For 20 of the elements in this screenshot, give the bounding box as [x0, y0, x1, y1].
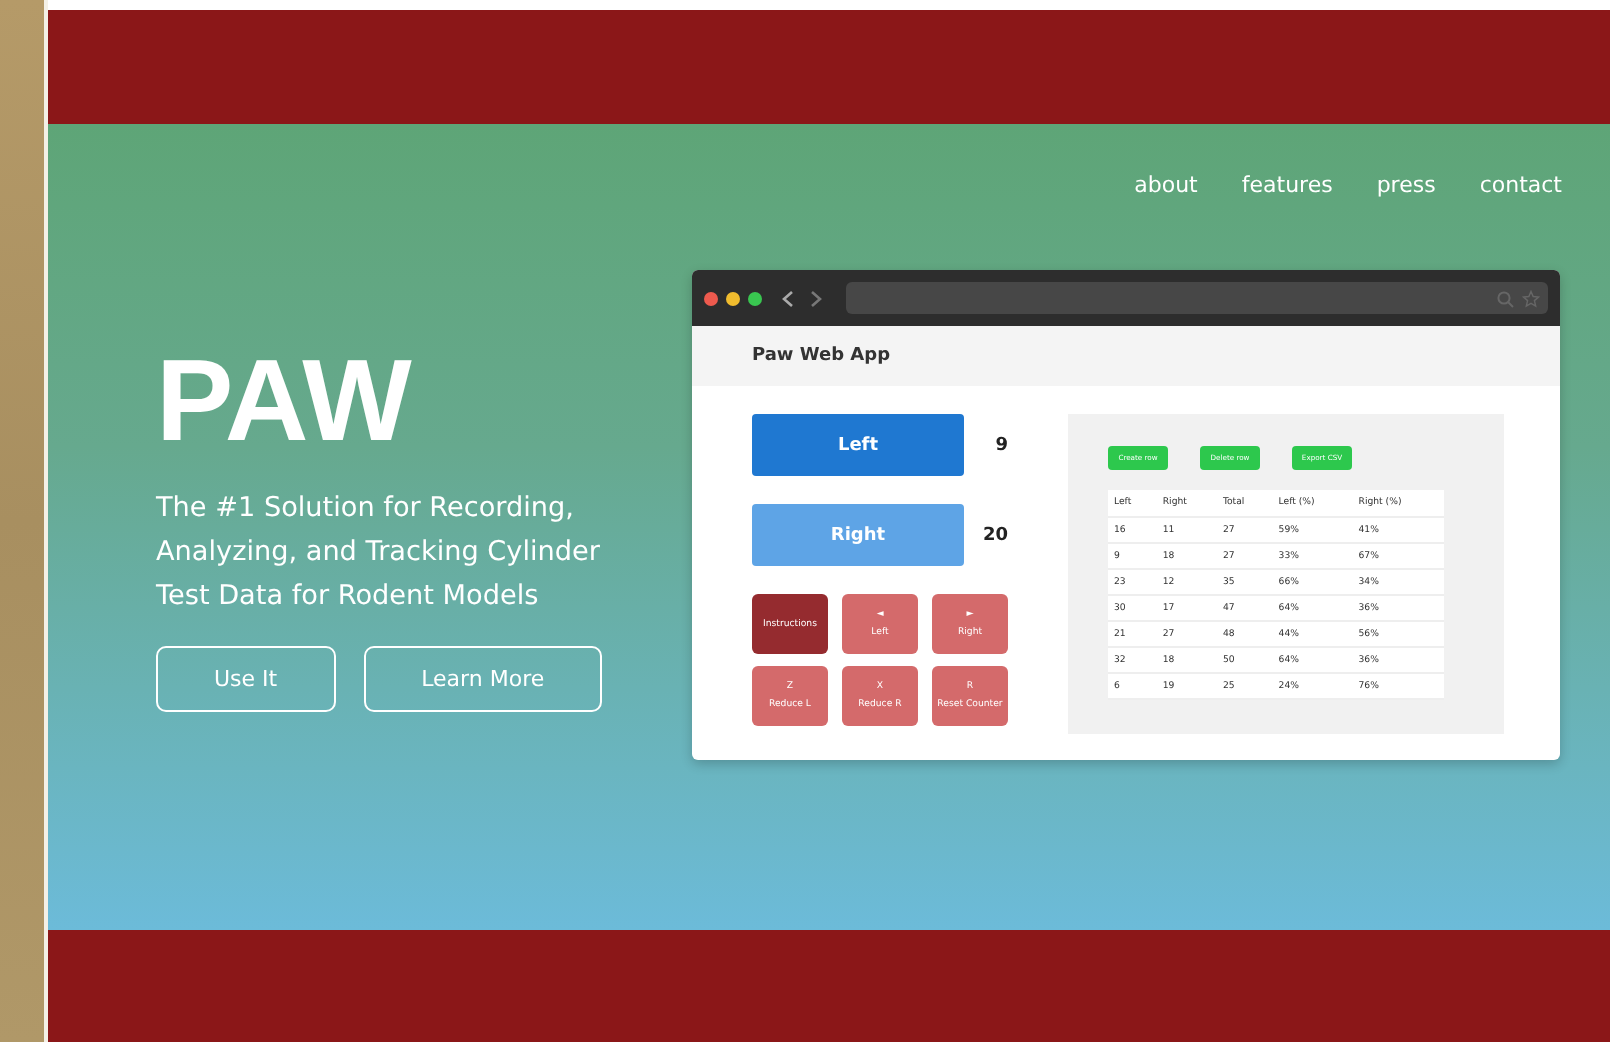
- hero-title: PAW: [156, 342, 414, 462]
- nav-link[interactable]: contact: [1479, 172, 1562, 198]
- nav-link[interactable]: features: [1241, 172, 1333, 198]
- hero-tagline: The #1 Solution for Recording, Analyzing, and Tracking Cylinder Test Data for Rodent Models: [156, 490, 602, 616]
- counter-button[interactable]: Right: [752, 504, 964, 566]
- outline-button[interactable]: Use It: [156, 646, 336, 712]
- nav-link[interactable]: about: [1134, 172, 1198, 198]
- minimize-dot-icon: [726, 291, 740, 305]
- forward-icon[interactable]: [810, 289, 822, 307]
- back-icon[interactable]: [782, 289, 794, 307]
- outline-button[interactable]: Learn More: [363, 646, 603, 712]
- search-icon: [1496, 289, 1514, 307]
- nav-link[interactable]: press: [1376, 172, 1436, 198]
- count-value: 9: [995, 435, 1008, 455]
- count-value: 20: [982, 525, 1008, 545]
- close-dot-icon: [704, 291, 718, 305]
- app-title: Paw Web App: [752, 346, 891, 366]
- maximize-dot-icon: [748, 291, 762, 305]
- counter-button[interactable]: Left: [752, 414, 964, 476]
- star-icon[interactable]: [1522, 289, 1540, 307]
